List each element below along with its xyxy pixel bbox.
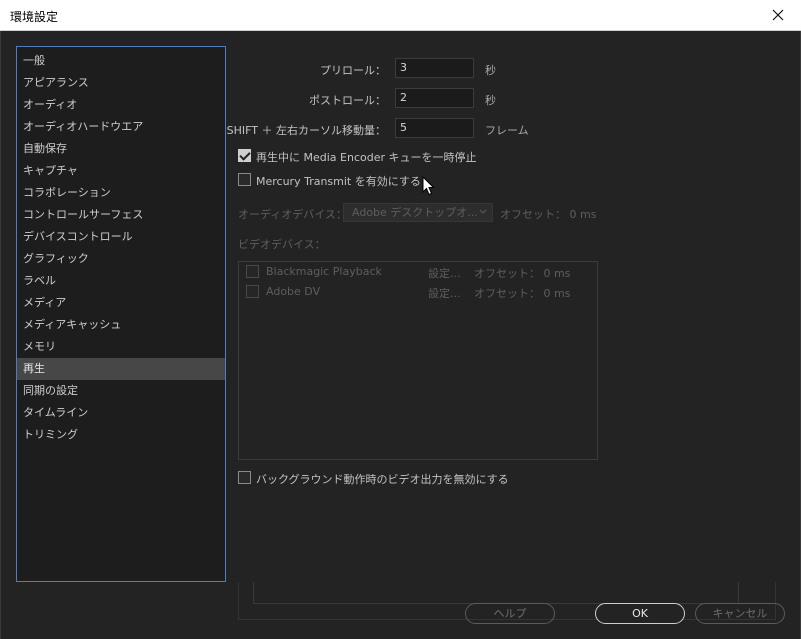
disable-background-video-label: バックグラウンド動作時のビデオ出力を無効にする — [256, 473, 509, 486]
video-device-settings-button[interactable]: 設定... — [428, 285, 461, 301]
sidebar-item-collaboration[interactable]: コラボレーション — [17, 182, 225, 204]
sidebar-item-media[interactable]: メディア — [17, 292, 225, 314]
shift-move-input[interactable]: 5 — [395, 118, 474, 138]
help-button[interactable]: ヘルプ — [465, 603, 555, 624]
sidebar-item-timeline[interactable]: タイムライン — [17, 402, 225, 424]
sidebar-item-general[interactable]: 一般 — [17, 50, 225, 72]
pause-media-encoder-label: 再生中に Media Encoder キューを一時停止 — [256, 151, 477, 164]
sidebar-item-device-control[interactable]: デバイスコントロール — [17, 226, 225, 248]
video-device-offset: オフセット： 0 ms — [474, 267, 571, 280]
audio-device-label: オーディオデバイス： — [238, 208, 347, 221]
sidebar-item-capture[interactable]: キャプチャ — [17, 160, 225, 182]
video-device-label: ビデオデバイス： — [238, 238, 326, 251]
preroll-unit: 秒 — [485, 64, 496, 77]
sidebar-item-labels[interactable]: ラベル — [17, 270, 225, 292]
scroll-inner — [253, 582, 739, 604]
mercury-transmit-checkbox[interactable] — [238, 173, 251, 186]
postroll-input[interactable]: 2 — [395, 88, 474, 108]
sidebar-item-auto-save[interactable]: 自動保存 — [17, 138, 225, 160]
sidebar-item-audio[interactable]: オーディオ — [17, 94, 225, 116]
mouse-pointer-icon — [422, 176, 435, 196]
disable-background-video-checkbox[interactable] — [238, 471, 251, 484]
video-device-settings-button[interactable]: 設定... — [428, 265, 461, 281]
postroll-unit: 秒 — [485, 94, 496, 107]
window-title: 環境設定 — [10, 10, 59, 24]
video-device-checkbox-adobe-dv[interactable] — [246, 285, 259, 298]
preroll-label: プリロール： — [320, 64, 386, 77]
chevron-down-icon — [479, 209, 487, 214]
mercury-transmit-label: Mercury Transmit を有効にする — [256, 175, 421, 188]
audio-device-value: Adobe デスクトップオ... — [352, 206, 478, 219]
audio-device-dropdown[interactable]: Adobe デスクトップオ... — [343, 203, 493, 222]
close-button[interactable] — [755, 0, 801, 30]
sidebar-item-sync-settings[interactable]: 同期の設定 — [17, 380, 225, 402]
video-device-offset: オフセット： 0 ms — [474, 287, 571, 300]
sidebar-item-trimming[interactable]: トリミング — [17, 424, 225, 446]
video-device-name: Blackmagic Playback — [266, 265, 382, 278]
preroll-input[interactable]: 3 — [395, 58, 474, 78]
video-device-checkbox-blackmagic[interactable] — [246, 265, 259, 278]
cancel-button[interactable]: キャンセル — [695, 603, 785, 624]
title-bar: 環境設定 — [0, 0, 801, 31]
sidebar-item-appearance[interactable]: アピアランス — [17, 72, 225, 94]
sidebar-item-memory[interactable]: メモリ — [17, 336, 225, 358]
shift-move-unit: フレーム — [485, 124, 529, 137]
postroll-label: ポストロール： — [309, 94, 386, 107]
close-icon — [772, 9, 784, 21]
sidebar-item-audio-hardware[interactable]: オーディオハードウエア — [17, 116, 225, 138]
pause-media-encoder-checkbox[interactable] — [238, 149, 251, 162]
audio-offset-label: オフセット： 0 ms — [500, 208, 597, 221]
sidebar-item-control-surface[interactable]: コントロールサーフェス — [17, 204, 225, 226]
sidebar-item-graphics[interactable]: グラフィック — [17, 248, 225, 270]
shift-move-label: SHIFT ＋ 左右カーソル移動量： — [226, 124, 386, 137]
sidebar-item-playback[interactable]: 再生 — [17, 358, 225, 380]
preferences-category-list[interactable]: 一般 アピアランス オーディオ オーディオハードウエア 自動保存 キャプチャ コ… — [16, 46, 226, 582]
video-device-name: Adobe DV — [266, 285, 321, 298]
ok-button[interactable]: OK — [595, 603, 685, 624]
sidebar-item-media-cache[interactable]: メディアキャッシュ — [17, 314, 225, 336]
